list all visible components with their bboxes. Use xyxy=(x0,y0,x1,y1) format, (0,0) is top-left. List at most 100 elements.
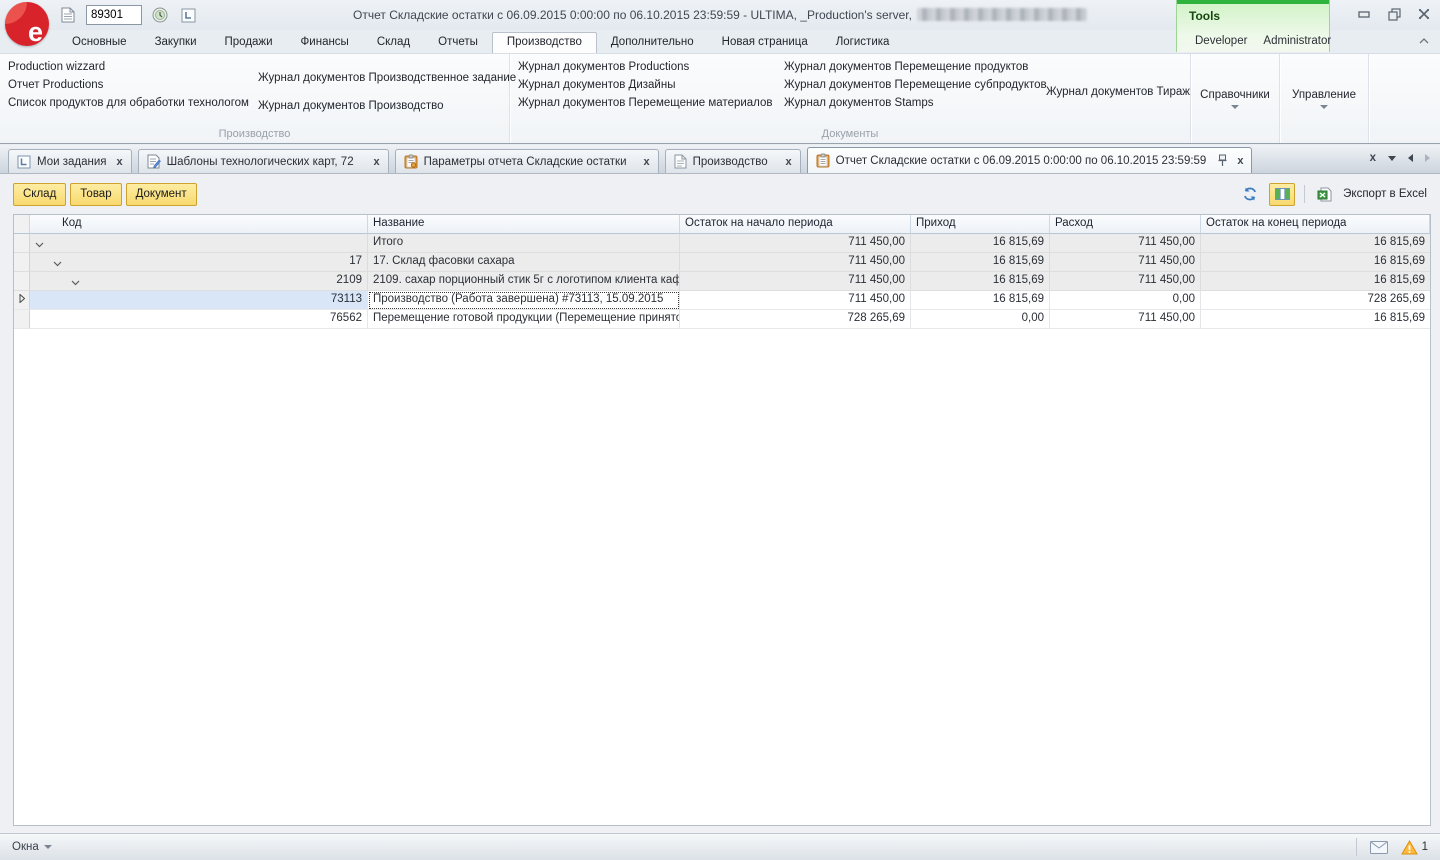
end-cell[interactable]: 728 265,69 xyxy=(1201,291,1430,310)
menu-tab-osnovnye[interactable]: Основные xyxy=(58,32,141,53)
expense-cell[interactable]: 711 450,00 xyxy=(1050,310,1201,329)
menu-tab-zakupki[interactable]: Закупки xyxy=(141,32,211,53)
income-cell[interactable]: 16 815,69 xyxy=(911,272,1050,291)
expense-cell[interactable]: 0,00 xyxy=(1050,291,1201,310)
column-header-prihod[interactable]: Приход xyxy=(911,215,1050,234)
column-header-nazvanie[interactable]: Название xyxy=(368,215,680,234)
ribbon-item-zhurnal-productions[interactable]: Журнал документов Productions xyxy=(510,58,776,76)
tab-list-dropdown-icon[interactable] xyxy=(1388,156,1396,161)
expander-icon[interactable] xyxy=(53,258,62,270)
windows-menu-button[interactable]: Окна xyxy=(12,841,52,853)
tab-close-icon[interactable]: x xyxy=(786,156,792,168)
scroll-tabs-right-icon[interactable] xyxy=(1425,154,1430,162)
collapse-ribbon-icon[interactable] xyxy=(1418,36,1430,48)
close-button[interactable] xyxy=(1416,7,1432,21)
tools-tab-administrator[interactable]: Administrator xyxy=(1257,33,1337,49)
minimize-button[interactable] xyxy=(1356,7,1372,21)
table-row-itogo[interactable]: Итого 711 450,00 16 815,69 711 450,00 16… xyxy=(14,234,1430,253)
scroll-tabs-left-icon[interactable] xyxy=(1408,154,1413,162)
expander-icon[interactable] xyxy=(71,277,80,289)
name-cell[interactable]: 2109. сахар порционный стик 5г с логотип… xyxy=(368,272,680,291)
column-header-ostatok-nachalo[interactable]: Остаток на начало периода xyxy=(680,215,911,234)
ribbon-item-spisok-produktov[interactable]: Список продуктов для обработки технолого… xyxy=(0,94,250,112)
close-tab-icon[interactable]: x xyxy=(1370,152,1376,164)
name-cell[interactable]: Перемещение готовой продукции (Перемещен… xyxy=(368,310,680,329)
name-cell[interactable]: 17. Склад фасовки сахара xyxy=(368,253,680,272)
income-cell[interactable]: 16 815,69 xyxy=(911,234,1050,253)
expander-icon[interactable] xyxy=(35,239,44,251)
tab-close-icon[interactable]: x xyxy=(374,156,380,168)
menu-tab-sklad[interactable]: Склад xyxy=(363,32,424,53)
ribbon-dropdown-upravlenie[interactable]: Управление xyxy=(1280,54,1369,143)
expense-cell[interactable]: 711 450,00 xyxy=(1050,253,1201,272)
income-cell[interactable]: 0,00 xyxy=(911,310,1050,329)
table-row-dokument-76562[interactable]: 76562 Перемещение готовой продукции (Пер… xyxy=(14,310,1430,329)
refresh-icon[interactable] xyxy=(1240,184,1260,204)
ribbon-item-otchet-productions[interactable]: Отчет Productions xyxy=(0,76,250,94)
ribbon-item-production-wizzard[interactable]: Production wizzard xyxy=(0,58,250,76)
ribbon-item-zhurnal-peremeshchenie-produktov[interactable]: Журнал документов Перемещение продуктов xyxy=(776,58,1038,76)
app-logo[interactable]: e xyxy=(5,2,49,46)
ribbon-item-zhurnal-dizayny[interactable]: Журнал документов Дизайны xyxy=(510,76,776,94)
export-to-excel-button[interactable]: Экспорт в Excel xyxy=(1343,188,1427,200)
begin-cell[interactable]: 711 450,00 xyxy=(680,291,911,310)
filter-button-sklad[interactable]: Склад xyxy=(13,183,66,206)
filter-button-tovar[interactable]: Товар xyxy=(70,183,121,206)
menu-tab-prodazhi[interactable]: Продажи xyxy=(211,32,287,53)
expense-cell[interactable]: 711 450,00 xyxy=(1050,272,1201,291)
tab-close-icon[interactable]: x xyxy=(644,156,650,168)
pin-icon[interactable] xyxy=(1218,154,1227,167)
expense-cell[interactable]: 711 450,00 xyxy=(1050,234,1201,253)
ribbon-item-zhurnal-stamps[interactable]: Журнал документов Stamps xyxy=(776,94,1038,112)
income-cell[interactable]: 16 815,69 xyxy=(911,253,1050,272)
menu-tab-otchety[interactable]: Отчеты xyxy=(424,32,492,53)
menu-tab-proizvodstvo[interactable]: Производство xyxy=(492,32,597,53)
doc-tab-otchet-skladskie-ostatki[interactable]: Отчет Складские остатки с 06.09.2015 0:0… xyxy=(807,147,1253,173)
code-cell[interactable]: 17 xyxy=(30,253,368,272)
end-cell[interactable]: 16 815,69 xyxy=(1201,310,1430,329)
begin-cell[interactable]: 711 450,00 xyxy=(680,272,911,291)
begin-cell[interactable]: 711 450,00 xyxy=(680,234,911,253)
filter-button-dokument[interactable]: Документ xyxy=(126,183,197,206)
code-cell[interactable] xyxy=(30,234,368,253)
menu-tab-novaya-stranica[interactable]: Новая страница xyxy=(708,32,822,53)
warnings-indicator[interactable]: 1 xyxy=(1401,840,1428,855)
code-cell[interactable]: 2109 xyxy=(30,272,368,291)
column-chooser-toggle[interactable] xyxy=(1269,183,1295,206)
column-header-kod[interactable]: Код xyxy=(30,215,368,234)
end-cell[interactable]: 16 815,69 xyxy=(1201,234,1430,253)
end-cell[interactable]: 16 815,69 xyxy=(1201,253,1430,272)
doc-tab-moi-zadaniya[interactable]: Мои задания x xyxy=(8,149,132,173)
tools-tab-developer[interactable]: Developer xyxy=(1189,33,1253,49)
income-cell[interactable]: 16 815,69 xyxy=(911,291,1050,310)
column-header-rashod[interactable]: Расход xyxy=(1050,215,1201,234)
ribbon-item-zhurnal-peremeshchenie-subproduktov[interactable]: Журнал документов Перемещение субпродукт… xyxy=(776,76,1038,94)
ribbon-item-zhurnal-proizv-zadanie[interactable]: Журнал документов Производственное задан… xyxy=(250,69,524,87)
mail-icon[interactable] xyxy=(1369,837,1389,857)
doc-tab-shablony[interactable]: Шаблоны технологических карт, 72 x xyxy=(138,149,389,173)
doc-tab-parametry-otcheta[interactable]: Параметры отчета Складские остатки x xyxy=(395,149,659,173)
code-cell[interactable]: 76562 xyxy=(30,310,368,329)
doc-tab-proizvodstvo[interactable]: Производство x xyxy=(665,149,801,173)
table-row-tovar-2109[interactable]: 2109 2109. сахар порционный стик 5г с ло… xyxy=(14,272,1430,291)
ribbon-item-zhurnal-tirazh[interactable]: Журнал документов Тираж xyxy=(1038,83,1198,101)
begin-cell[interactable]: 711 450,00 xyxy=(680,253,911,272)
column-header-ostatok-konec[interactable]: Остаток на конец периода xyxy=(1201,215,1430,234)
restore-button[interactable] xyxy=(1386,7,1402,21)
ribbon-item-zhurnal-proizvodstvo[interactable]: Журнал документов Производство xyxy=(250,97,524,115)
excel-icon[interactable] xyxy=(1314,184,1334,204)
name-cell[interactable]: Производство (Работа завершена) #73113, … xyxy=(368,291,680,310)
tab-close-icon[interactable]: x xyxy=(117,156,123,168)
end-cell[interactable]: 16 815,69 xyxy=(1201,272,1430,291)
tab-close-icon[interactable]: x xyxy=(1237,155,1243,167)
code-cell[interactable]: 73113 xyxy=(30,291,368,310)
name-cell[interactable]: Итого xyxy=(368,234,680,253)
menu-tab-dopolnitelno[interactable]: Дополнительно xyxy=(597,32,708,53)
menu-tab-finansy[interactable]: Финансы xyxy=(287,32,363,53)
table-row-dokument-73113[interactable]: 73113 Производство (Работа завершена) #7… xyxy=(14,291,1430,310)
ribbon-item-zhurnal-peremeshchenie-materialov[interactable]: Журнал документов Перемещение материалов xyxy=(510,94,776,112)
menu-tab-logistika[interactable]: Логистика xyxy=(822,32,904,53)
table-row-sklad-17[interactable]: 17 17. Склад фасовки сахара 711 450,00 1… xyxy=(14,253,1430,272)
ribbon-dropdown-spravochniki[interactable]: Справочники xyxy=(1191,54,1280,143)
begin-cell[interactable]: 728 265,69 xyxy=(680,310,911,329)
